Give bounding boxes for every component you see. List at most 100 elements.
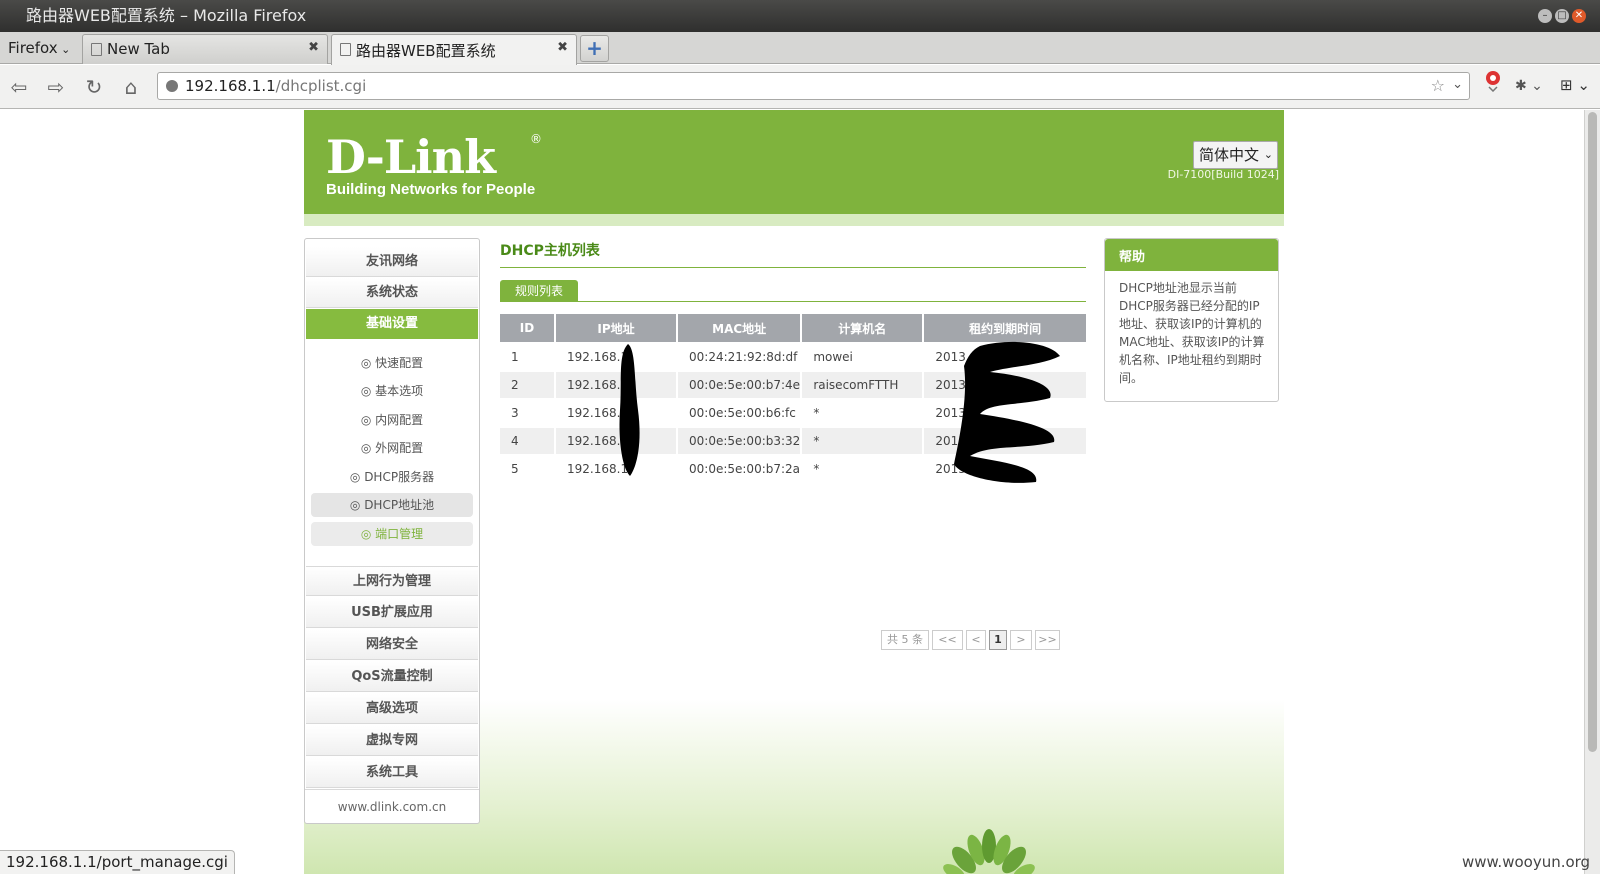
sub-basic-options[interactable]: ◎ 基本选项 xyxy=(311,379,473,403)
tab-router-config[interactable]: 路由器WEB配置系统 ✖ xyxy=(331,34,577,65)
addon-puzzle-icon[interactable]: ⊞ ⌄ xyxy=(1560,76,1590,94)
menu-network-security[interactable]: 网络安全 xyxy=(306,630,478,660)
logo-registered: ® xyxy=(530,132,542,146)
pager-last[interactable]: >> xyxy=(1035,630,1060,650)
menu-internet-behavior[interactable]: 上网行为管理 xyxy=(306,566,478,596)
addon-bug-icon[interactable]: ✱ ⌄ xyxy=(1515,78,1543,94)
cell-name: mowei xyxy=(802,344,923,370)
tab-strip: Firefox ⌄ New Tab ✖ 路由器WEB配置系统 ✖ xyxy=(0,32,1600,65)
col-id[interactable]: ID xyxy=(500,314,554,342)
cell-id: 4 xyxy=(500,428,554,454)
header-stripe xyxy=(304,214,1284,226)
firefox-menu-label: Firefox xyxy=(8,39,58,57)
cell-id: 1 xyxy=(500,344,554,370)
window-title: 路由器WEB配置系统 – Mozilla Firefox xyxy=(26,6,307,25)
router-site: D-Link ® Building Networks for People 简体… xyxy=(304,110,1284,874)
url-text[interactable]: 192.168.1.1/dhcplist.cgi xyxy=(185,77,366,95)
logo-brand: D-Link xyxy=(326,130,496,184)
url-path: /dhcplist.cgi xyxy=(275,77,367,95)
menu-system-tools[interactable]: 系统工具 xyxy=(306,758,478,788)
sub-tabs: 规则列表 xyxy=(500,280,1086,302)
home-icon[interactable]: ⌂ xyxy=(118,74,144,100)
page-icon xyxy=(340,43,351,56)
cell-id: 3 xyxy=(500,400,554,426)
tab-title: 路由器WEB配置系统 xyxy=(356,42,496,60)
menu-basic-settings[interactable]: 基础设置 xyxy=(306,309,478,339)
dlink-website-link[interactable]: www.dlink.com.cn xyxy=(305,789,479,823)
build-info: DI-7100[Build 1024] xyxy=(1167,168,1279,181)
chevron-down-icon: ⌄ xyxy=(1263,148,1273,161)
maximize-icon[interactable]: □ xyxy=(1555,9,1569,23)
dlink-logo[interactable]: D-Link ® Building Networks for People xyxy=(326,130,542,198)
globe-icon xyxy=(166,80,178,92)
chevron-down-icon[interactable]: ⌄ xyxy=(1452,77,1463,92)
page-icon xyxy=(91,43,102,56)
col-ip[interactable]: IP地址 xyxy=(556,314,676,342)
language-select[interactable]: 简体中文 ⌄ xyxy=(1193,141,1278,169)
sub-wan-config[interactable]: ◎ 外网配置 xyxy=(311,436,473,460)
left-menu: 友讯网络 系统状态 基础设置 ◎ 快速配置 ◎ 基本选项 ◎ 内网配置 ◎ 外网… xyxy=(304,238,480,824)
status-bar-url: 192.168.1.1/port_manage.cgi xyxy=(0,850,235,874)
tab-new-tab[interactable]: New Tab ✖ xyxy=(82,34,328,64)
sub-lan-config[interactable]: ◎ 内网配置 xyxy=(311,408,473,432)
minimize-icon[interactable]: – xyxy=(1538,9,1552,23)
pager-first[interactable]: << xyxy=(932,630,963,650)
watermark: www.wooyun.org xyxy=(1462,853,1591,871)
col-computer-name[interactable]: 计算机名 xyxy=(802,314,923,342)
url-host: 192.168.1.1 xyxy=(185,77,276,95)
pager-next[interactable]: > xyxy=(1010,630,1032,650)
menu-system-status[interactable]: 系统状态 xyxy=(306,278,478,308)
cell-name: * xyxy=(802,400,923,426)
sub-port-manage[interactable]: ◎ 端口管理 xyxy=(311,522,473,546)
main-content: DHCP主机列表 规则列表 ID IP地址 MAC地址 计算机名 租约到期时间 xyxy=(500,240,1086,650)
menu-qos[interactable]: QoS流量控制 xyxy=(306,662,478,692)
menu-advanced[interactable]: 高级选项 xyxy=(306,694,478,724)
url-bar[interactable]: 192.168.1.1/dhcplist.cgi ☆ ⌄ xyxy=(157,72,1470,100)
cell-name: * xyxy=(802,456,923,482)
bookmark-star-icon[interactable]: ☆ xyxy=(1431,76,1445,95)
cell-mac: 00:0e:5e:00:b6:fc xyxy=(678,400,801,426)
page-viewport: D-Link ® Building Networks for People 简体… xyxy=(0,110,1584,874)
language-value: 简体中文 xyxy=(1199,146,1260,164)
navigation-toolbar: ⇦ ⇨ ↻ ⌂ 192.168.1.1/dhcplist.cgi ☆ ⌄ ✱ ⌄… xyxy=(0,65,1600,109)
scrollbar-thumb[interactable] xyxy=(1588,112,1597,752)
pager-total: 共 5 条 xyxy=(881,630,929,650)
new-tab-button[interactable]: + xyxy=(580,35,609,62)
addon-record-icon[interactable] xyxy=(1482,70,1504,92)
close-window-icon[interactable]: ✕ xyxy=(1572,9,1586,23)
cell-id: 2 xyxy=(500,372,554,398)
help-title: 帮助 xyxy=(1105,239,1278,271)
window-titlebar: 路由器WEB配置系统 – Mozilla Firefox – □ ✕ xyxy=(0,0,1600,32)
cell-name: raisecomFTTH xyxy=(802,372,923,398)
reload-icon[interactable]: ↻ xyxy=(81,74,107,100)
page-title: DHCP主机列表 xyxy=(500,240,1086,268)
menu-vpn[interactable]: 虚拟专网 xyxy=(306,726,478,756)
pager-prev[interactable]: < xyxy=(966,630,986,650)
close-tab-icon[interactable]: ✖ xyxy=(308,40,319,55)
pager-page-1[interactable]: 1 xyxy=(989,630,1007,650)
redaction-scribble xyxy=(619,344,640,476)
sub-quick-config[interactable]: ◎ 快速配置 xyxy=(311,351,473,375)
forward-arrow-icon[interactable]: ⇨ xyxy=(43,74,69,100)
back-arrow-icon[interactable]: ⇦ xyxy=(6,74,32,100)
col-mac[interactable]: MAC地址 xyxy=(678,314,801,342)
cell-mac: 00:24:21:92:8d:df xyxy=(678,344,801,370)
sub-dhcp-server[interactable]: ◎ DHCP服务器 xyxy=(311,465,473,489)
decorative-tree-icon xyxy=(943,829,1035,874)
close-tab-icon[interactable]: ✖ xyxy=(557,40,568,55)
menu-dlink-network[interactable]: 友讯网络 xyxy=(306,247,478,277)
firefox-menu-button[interactable]: Firefox ⌄ xyxy=(8,39,70,57)
cell-id: 5 xyxy=(500,456,554,482)
redaction-scribble xyxy=(954,341,1060,483)
site-header: D-Link ® Building Networks for People 简体… xyxy=(304,110,1284,214)
menu-usb-apps[interactable]: USB扩展应用 xyxy=(306,598,478,628)
logo-tagline: Building Networks for People xyxy=(326,181,536,198)
sub-dhcp-pool[interactable]: ◎ DHCP地址池 xyxy=(311,493,473,517)
help-text: DHCP地址池显示当前DHCP服务器已经分配的IP地址、获取该IP的计算机的MA… xyxy=(1119,281,1265,385)
help-panel: 帮助 DHCP地址池显示当前DHCP服务器已经分配的IP地址、获取该IP的计算机… xyxy=(1104,238,1279,402)
vertical-scrollbar[interactable] xyxy=(1584,110,1600,874)
tab-rule-list[interactable]: 规则列表 xyxy=(500,280,579,302)
cell-mac: 00:0e:5e:00:b7:2a xyxy=(678,456,801,482)
tab-title: New Tab xyxy=(107,40,170,58)
cell-mac: 00:0e:5e:00:b7:4e xyxy=(678,372,801,398)
